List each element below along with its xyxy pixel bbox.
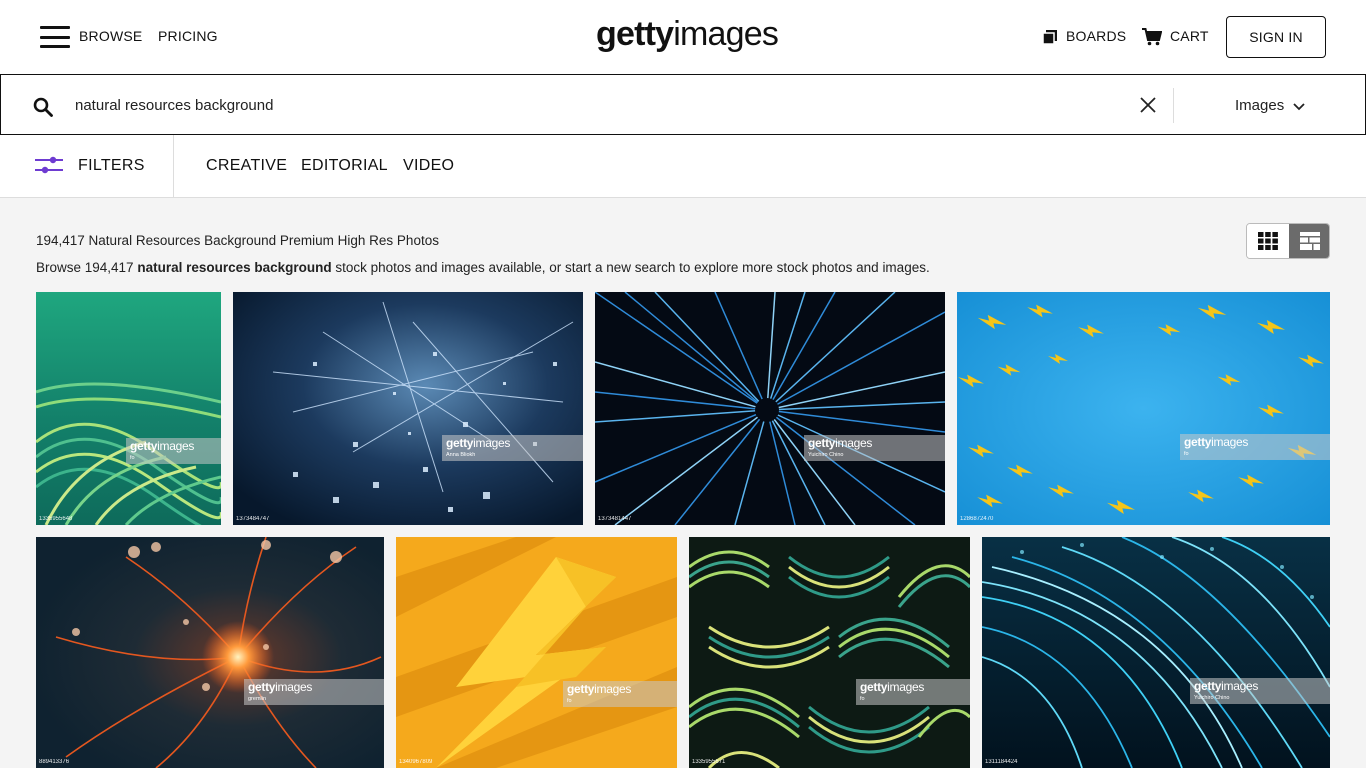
divider [1173,88,1174,123]
watermark: gettyimages gremlin [244,679,384,705]
image-id: 1311184424 [985,759,1018,765]
tab-video[interactable]: VIDEO [403,157,454,175]
media-type-select[interactable]: Images [1235,97,1284,114]
tab-editorial[interactable]: EDITORIAL [301,157,388,175]
blue-digital-particles-image [233,292,583,525]
image-id: 1340967809 [399,759,433,765]
top-header: BROWSE PRICING gettyimages BOARDS CART S… [0,0,1366,74]
menu-icon[interactable] [40,26,70,48]
watermark: gettyimages fo [856,679,970,705]
lightning-bolt-pattern-image [957,292,1330,525]
green-wave-pattern-image [36,292,221,525]
search-bar: Images [0,74,1366,135]
green-weave-pattern-image [689,537,970,768]
image-tile-yellow-lightning-bolt[interactable]: gettyimages fo 1340967809 [396,537,677,768]
image-tile-blue-fiber-optic[interactable]: gettyimages Yuichiro Chino 1311184424 [982,537,1330,768]
pricing-link[interactable]: PRICING [158,28,218,44]
image-tile-blue-light-burst[interactable]: gettyimages Yuichiro Chino 1373481447 [595,292,945,525]
image-tile-lightning-bolt-pattern[interactable]: gettyimages fo 1286872470 [957,292,1330,525]
watermark: gettyimages Anna Bliokh [442,435,583,461]
results-title: 194,417 Natural Resources Background Pre… [36,233,439,248]
filters-button[interactable]: FILTERS [0,135,174,197]
boards-link[interactable]: BOARDS [1066,28,1126,44]
watermark: gettyimages fo [1180,434,1330,460]
close-icon[interactable] [1139,96,1157,114]
image-id: 1373484747 [236,516,270,522]
grid-view-button[interactable] [1247,224,1289,258]
sign-in-button[interactable]: SIGN IN [1226,16,1326,58]
search-input[interactable] [75,89,1115,121]
watermark: gettyimages fo [126,438,221,464]
image-id: 1286872470 [960,516,994,522]
results-description: Browse 194,417 natural resources backgro… [36,260,930,275]
blue-fiber-optic-image [982,537,1330,768]
cart-link[interactable]: CART [1170,28,1209,44]
filter-bar: FILTERS CREATIVE EDITORIAL VIDEO [0,135,1366,198]
chevron-down-icon[interactable] [1293,103,1305,111]
image-id: 1335955671 [692,759,726,765]
search-icon[interactable] [33,97,53,117]
image-tile-green-wave-pattern[interactable]: gettyimages fo 1335955648 [36,292,221,525]
image-id: 1335955648 [39,516,73,522]
watermark: gettyimages Yuichiro Chino [804,435,945,461]
orange-neuron-image [36,537,384,768]
filters-label: FILTERS [78,157,145,174]
watermark: gettyimages Yuichiro Chino [1190,678,1330,704]
image-tile-orange-neuron[interactable]: gettyimages gremlin 889413376 [36,537,384,768]
boards-icon[interactable] [1043,30,1057,44]
image-id: 889413376 [39,759,70,765]
getty-logo[interactable]: gettyimages [596,14,779,54]
tab-creative[interactable]: CREATIVE [206,157,287,175]
yellow-lightning-bolt-image [396,537,677,768]
image-tile-green-weave-pattern[interactable]: gettyimages fo 1335955671 [689,537,970,768]
mosaic-icon [1300,232,1320,250]
cart-icon[interactable] [1142,28,1162,46]
watermark: gettyimages fo [563,681,677,707]
image-id: 1373481447 [598,516,632,522]
browse-link[interactable]: BROWSE [79,28,142,44]
blue-light-burst-image [595,292,945,525]
grid-icon [1258,232,1278,250]
view-toggle [1246,223,1330,259]
image-tile-blue-digital-particles[interactable]: gettyimages Anna Bliokh 1373484747 [233,292,583,525]
sliders-icon [35,156,63,174]
mosaic-view-button[interactable] [1289,224,1329,258]
